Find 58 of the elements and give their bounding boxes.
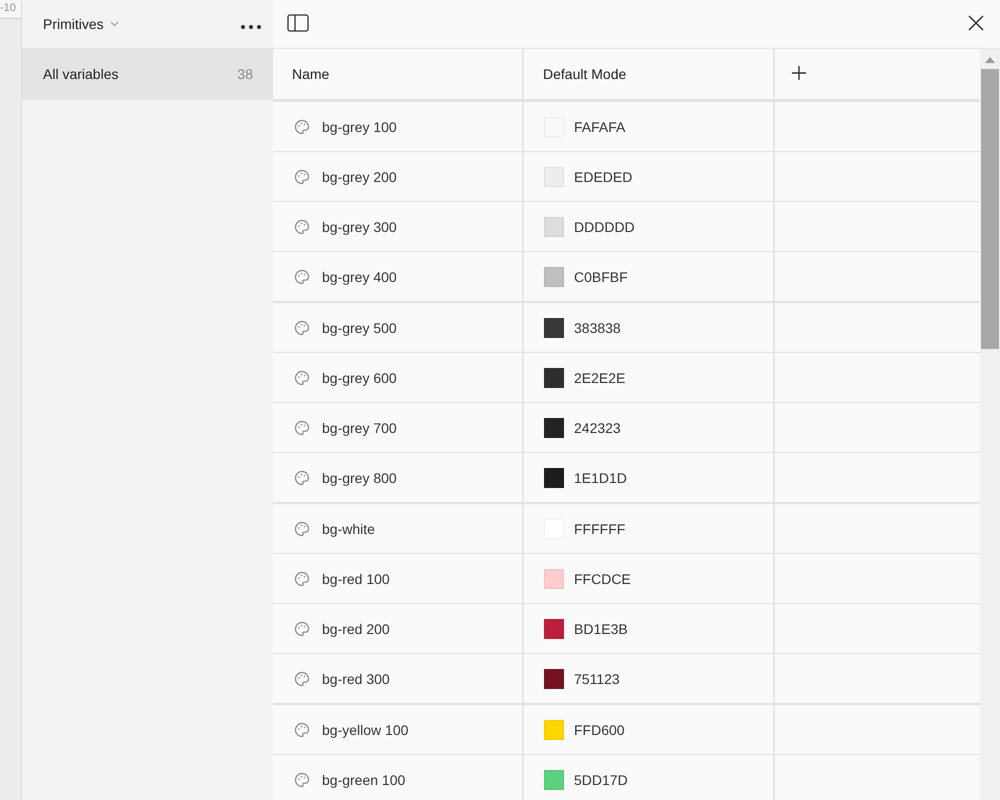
palette-icon [294, 470, 310, 486]
color-value: FFCDCE [574, 570, 631, 586]
color-value: EDEDED [574, 168, 632, 184]
variable-name: bg-grey 400 [322, 268, 397, 284]
variable-name: bg-red 300 [322, 670, 390, 686]
color-value: FAFAFA [574, 118, 626, 134]
ruler-label: -10 [0, 0, 21, 19]
collection-dropdown[interactable]: Primitives [43, 16, 119, 32]
item-count: 38 [237, 66, 253, 82]
close-button[interactable] [968, 14, 984, 34]
color-value: C0BFBF [574, 268, 628, 284]
close-icon [968, 14, 984, 30]
color-value: 5DD17D [574, 772, 628, 788]
column-header: Default Mode [524, 49, 775, 99]
palette-icon [294, 218, 310, 234]
palette-icon [294, 570, 310, 586]
palette-icon [294, 772, 310, 788]
column-header: Name [273, 49, 524, 99]
variable-name: bg-grey 800 [322, 470, 397, 486]
chevron-down-icon [110, 21, 119, 27]
color-value: 383838 [574, 320, 621, 336]
color-value: 242323 [574, 420, 621, 436]
palette-icon [294, 722, 310, 738]
sidebar-panel-icon [287, 14, 309, 32]
scrollbar[interactable] [980, 49, 1000, 800]
variable-name: bg-grey 200 [322, 168, 397, 184]
scrollbar-thumb[interactable] [981, 69, 999, 349]
palette-icon [294, 118, 310, 134]
sidebar-item[interactable]: All variables 38 [22, 48, 273, 100]
variable-name: bg-grey 700 [322, 420, 397, 436]
palette-icon [294, 620, 310, 636]
color-value: 1E1D1D [574, 470, 627, 486]
palette-icon [294, 670, 310, 686]
palette-icon [294, 268, 310, 284]
item-label: All variables [43, 66, 118, 82]
variable-name: bg-yellow 100 [322, 722, 408, 738]
color-value: FFFFFF [574, 520, 626, 536]
color-value: 751123 [574, 670, 620, 686]
variable-name: bg-white [322, 520, 375, 536]
palette-icon [294, 168, 310, 184]
sidebar-toggle-button[interactable] [287, 14, 309, 34]
variable-name: bg-grey 600 [322, 370, 397, 386]
color-value: BD1E3B [574, 620, 628, 636]
palette-icon [294, 370, 310, 386]
palette-icon [294, 420, 310, 436]
palette-icon [294, 520, 310, 536]
color-value: FFD600 [574, 722, 625, 738]
plus-icon [791, 64, 807, 80]
variable-name: bg-grey 300 [322, 218, 397, 234]
variable-name: bg-red 100 [322, 570, 390, 586]
color-value: 2E2E2E [574, 370, 626, 386]
color-value: DDDDDD [574, 218, 635, 234]
palette-icon [294, 320, 310, 336]
variable-name: bg-green 100 [322, 772, 406, 788]
ellipsis-icon [241, 24, 261, 28]
variable-name: bg-grey 500 [322, 320, 397, 336]
variable-name: bg-red 200 [322, 620, 390, 636]
variable-name: bg-grey 100 [322, 118, 397, 134]
